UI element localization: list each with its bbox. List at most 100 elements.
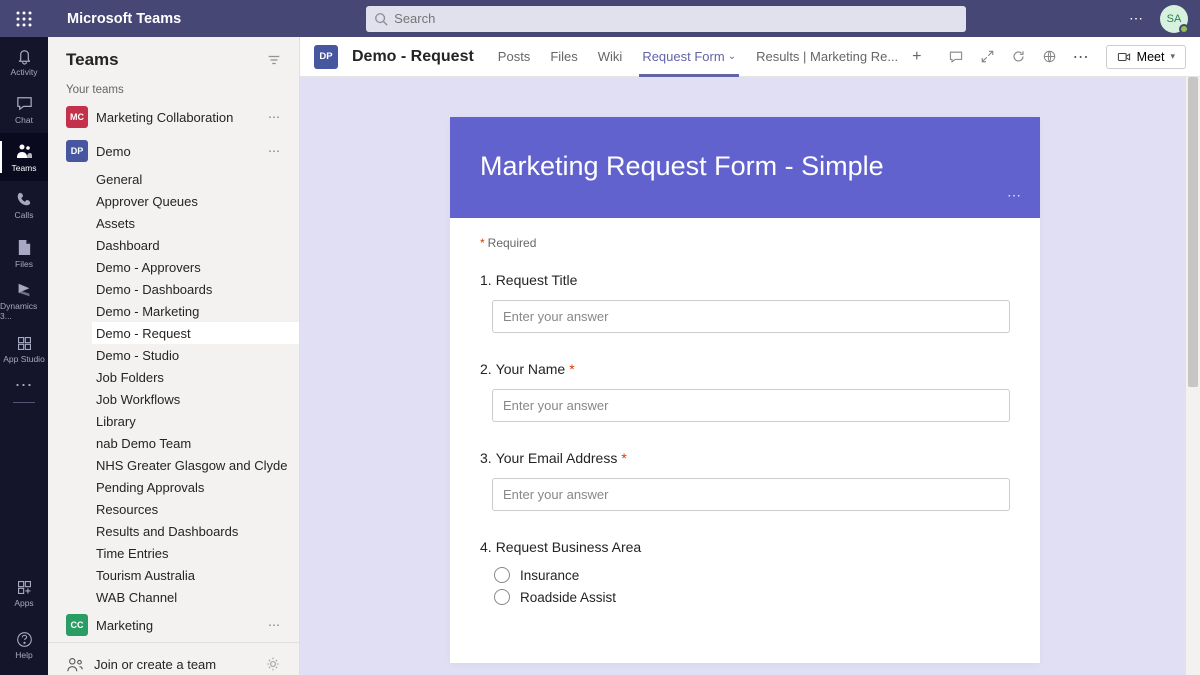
main-content: DP Demo - Request Posts Files Wiki Request … bbox=[300, 37, 1200, 675]
channel-item[interactable]: Job Workflows bbox=[92, 388, 299, 410]
channel-item[interactable]: Assets bbox=[92, 212, 299, 234]
presence-badge bbox=[1179, 24, 1189, 34]
channel-item[interactable]: Tourism Australia bbox=[92, 564, 299, 586]
gear-icon[interactable] bbox=[265, 656, 281, 672]
channel-item[interactable]: NHS Greater Glasgow and Clyde bbox=[92, 454, 299, 476]
search-input[interactable] bbox=[394, 11, 958, 26]
waffle-icon[interactable] bbox=[0, 0, 48, 37]
rail-help[interactable]: Help bbox=[0, 621, 48, 669]
teams-icon bbox=[14, 141, 34, 161]
globe-icon[interactable] bbox=[1042, 49, 1057, 64]
chevron-down-icon: ▾ bbox=[1170, 51, 1175, 62]
tab-wiki[interactable]: Wiki bbox=[598, 37, 623, 77]
tab-request-form[interactable]: Request Form⌄ bbox=[642, 37, 736, 77]
app-brand: Microsoft Teams bbox=[67, 11, 181, 27]
required-note: *Required bbox=[480, 236, 1010, 250]
rail-calls[interactable]: Calls bbox=[0, 181, 48, 229]
dynamics-icon bbox=[15, 281, 33, 299]
question: 2.Your Name* bbox=[480, 361, 1010, 422]
avatar-initials: SA bbox=[1167, 13, 1182, 25]
radio-icon[interactable] bbox=[494, 589, 510, 605]
answer-input[interactable] bbox=[492, 300, 1010, 333]
meet-label: Meet bbox=[1137, 50, 1165, 64]
channel-item[interactable]: Approver Queues bbox=[92, 190, 299, 212]
channel-item[interactable]: Demo - Request bbox=[92, 322, 299, 344]
file-icon bbox=[16, 238, 33, 257]
team-more-icon[interactable]: ⋯ bbox=[268, 110, 281, 124]
form-more-icon[interactable]: ⋯ bbox=[1007, 187, 1022, 204]
team-avatar-small: MC bbox=[66, 106, 88, 128]
rail-divider bbox=[13, 402, 35, 403]
answer-input[interactable] bbox=[492, 389, 1010, 422]
team-name: Marketing Collaboration bbox=[96, 110, 268, 125]
channel-item[interactable]: Demo - Studio bbox=[92, 344, 299, 366]
rail-dynamics[interactable]: Dynamics 3... bbox=[0, 277, 48, 325]
team-row[interactable]: MC Marketing Collaboration⋯ bbox=[48, 100, 299, 134]
scrollbar-thumb[interactable] bbox=[1188, 77, 1198, 387]
more-icon[interactable]: ⋯ bbox=[1073, 47, 1090, 67]
apps-icon bbox=[16, 579, 33, 596]
chevron-down-icon: ⌄ bbox=[728, 51, 736, 62]
rail-appstudio[interactable]: App Studio bbox=[0, 325, 48, 373]
help-icon bbox=[16, 631, 33, 648]
tab-results---marketing-re---[interactable]: Results | Marketing Re... bbox=[756, 37, 898, 77]
channel-item[interactable]: Library bbox=[92, 410, 299, 432]
search-box[interactable] bbox=[366, 6, 966, 32]
form-card: Marketing Request Form - Simple ⋯ *Requi… bbox=[450, 117, 1040, 663]
bell-icon bbox=[15, 46, 34, 65]
rail-more-icon[interactable]: ⋯ bbox=[15, 375, 34, 396]
teams-panel: Teams Your teams MC Marketing Collaborati… bbox=[48, 37, 300, 675]
appstudio-icon bbox=[16, 335, 33, 352]
rail-activity[interactable]: Activity bbox=[0, 37, 48, 85]
refresh-icon[interactable] bbox=[1011, 49, 1026, 64]
add-tab-button[interactable]: + bbox=[912, 48, 921, 66]
form-hero: Marketing Request Form - Simple ⋯ bbox=[450, 117, 1040, 218]
section-label: Your teams bbox=[48, 80, 299, 100]
channel-item[interactable]: General bbox=[92, 168, 299, 190]
channel-item[interactable]: Resources bbox=[92, 498, 299, 520]
channel-name: Demo - Request bbox=[352, 48, 474, 66]
channel-item[interactable]: Demo - Approvers bbox=[92, 256, 299, 278]
team-row[interactable]: CC Marketing⋯ bbox=[48, 608, 299, 642]
join-create-label: Join or create a team bbox=[94, 657, 216, 672]
channel-item[interactable]: Pending Approvals bbox=[92, 476, 299, 498]
question: 3.Your Email Address* bbox=[480, 450, 1010, 511]
panel-title: Teams bbox=[66, 50, 119, 70]
answer-input[interactable] bbox=[492, 478, 1010, 511]
expand-icon[interactable] bbox=[980, 49, 995, 64]
team-more-icon[interactable]: ⋯ bbox=[268, 144, 281, 158]
channel-item[interactable]: Time Entries bbox=[92, 542, 299, 564]
team-avatar: DP bbox=[314, 45, 338, 69]
channel-item[interactable]: Dashboard bbox=[92, 234, 299, 256]
radio-option[interactable]: Roadside Assist bbox=[494, 589, 1010, 605]
team-more-icon[interactable]: ⋯ bbox=[268, 618, 281, 632]
channel-item[interactable]: nab Demo Team bbox=[92, 432, 299, 454]
channel-item[interactable]: Demo - Dashboards bbox=[92, 278, 299, 300]
channel-item[interactable]: Demo - Marketing bbox=[92, 300, 299, 322]
title-bar: Microsoft Teams ⋯ SA bbox=[0, 0, 1200, 37]
rail-apps[interactable]: Apps bbox=[0, 569, 48, 617]
team-row[interactable]: DPDemo⋯ bbox=[48, 134, 299, 168]
rail-files[interactable]: Files bbox=[0, 229, 48, 277]
tab-files[interactable]: Files bbox=[550, 37, 577, 77]
radio-option[interactable]: Insurance bbox=[494, 567, 1010, 583]
join-create-team[interactable]: Join or create a team bbox=[66, 655, 216, 673]
scrollbar[interactable] bbox=[1186, 77, 1200, 675]
rail-chat[interactable]: Chat bbox=[0, 85, 48, 133]
team-avatar-small: CC bbox=[66, 614, 88, 636]
tab-posts[interactable]: Posts bbox=[498, 37, 531, 77]
rail-teams[interactable]: Teams bbox=[0, 133, 48, 181]
channel-item[interactable]: WAB Channel bbox=[92, 586, 299, 608]
phone-icon bbox=[15, 190, 33, 208]
meet-button[interactable]: Meet ▾ bbox=[1106, 45, 1186, 69]
conversation-icon[interactable] bbox=[948, 49, 964, 65]
avatar[interactable]: SA bbox=[1160, 5, 1188, 33]
settings-more-icon[interactable]: ⋯ bbox=[1129, 10, 1144, 27]
channel-item[interactable]: Job Folders bbox=[92, 366, 299, 388]
team-avatar-small: DP bbox=[66, 140, 88, 162]
team-name: Marketing bbox=[96, 618, 268, 633]
filter-icon[interactable] bbox=[267, 53, 281, 67]
radio-icon[interactable] bbox=[494, 567, 510, 583]
channel-item[interactable]: Results and Dashboards bbox=[92, 520, 299, 542]
question: 1.Request Title bbox=[480, 272, 1010, 333]
